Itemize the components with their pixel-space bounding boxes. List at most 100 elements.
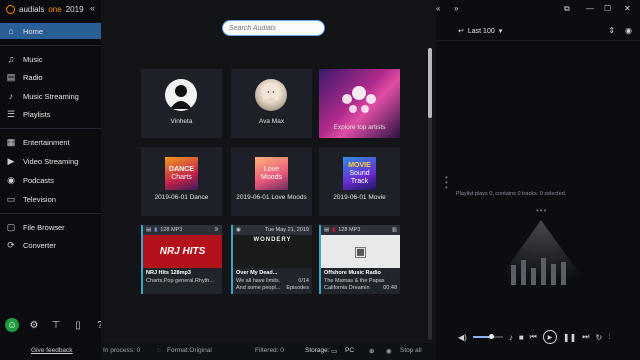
artist-card-vinheta[interactable]: Vinheta [141, 69, 222, 138]
radio-icon: ▤ [324, 227, 330, 233]
brand: audials one 2019 [6, 5, 84, 14]
playlist-card-movie[interactable]: MOVIE Sound Track 2019-06-01 Movie [319, 147, 400, 216]
sort-icon[interactable]: ⇕ [608, 26, 615, 35]
card-label: Explore top artists [333, 124, 386, 131]
format-selector[interactable]: Format:Original [167, 347, 212, 354]
previous-icon[interactable]: ⏮ [530, 332, 537, 342]
app-window: audials one 2019 « ⌂ Home ♫ Music ▤ Radi… [0, 0, 640, 360]
sidebar-item-television[interactable]: ▭ Television [0, 191, 101, 207]
art-text: WONDERY [253, 237, 292, 243]
artist-card-ava-max[interactable]: Ava Max [231, 69, 312, 138]
volume-knob[interactable] [488, 334, 494, 339]
person-icon [170, 85, 192, 109]
right-panel: « » ⧉ — ☐ ✕ ↩ Last 100 ▾ ⇕ ◉ • • • Playlis… [436, 0, 640, 360]
sidebar-item-podcasts[interactable]: ◉ Podcasts [0, 172, 101, 188]
sidebar-item-playlists[interactable]: ☰ Playlists [0, 106, 101, 122]
maximize-icon[interactable]: ☐ [604, 4, 611, 13]
vertical-scrollbar[interactable] [428, 48, 432, 340]
user-account-icon[interactable]: ☺ [5, 318, 19, 332]
now-playing-artist: The Mamas & the Papas [324, 278, 385, 284]
card-label: 2019-06-01 Movie [333, 194, 386, 201]
storage-value[interactable]: PC [345, 347, 354, 354]
brand-year: 2019 [65, 5, 84, 14]
music-note-icon: ♪ [508, 332, 513, 342]
music-icon: ♫ [7, 54, 15, 64]
file-browser-icon: ▢ [6, 221, 16, 232]
brand-name: audials [19, 5, 45, 14]
minimize-icon[interactable]: — [586, 4, 594, 13]
stop-all-icon[interactable]: ◉ [386, 347, 392, 355]
card-label: Ava Max [258, 118, 285, 125]
sidebar: audials one 2019 « ⌂ Home ♫ Music ▤ Radi… [0, 0, 103, 360]
storage-label: Storage: [305, 347, 330, 354]
audials-logo-icon [6, 5, 15, 14]
sidebar-item-label: Entertainment [23, 137, 70, 147]
bitrate: 128 MP3 [160, 227, 183, 233]
cover-text: DANCE [169, 165, 194, 173]
next-icon[interactable]: ⏭ [582, 332, 589, 342]
sidebar-item-home[interactable]: ⌂ Home [0, 23, 101, 39]
loading-dots: ••• [536, 206, 548, 215]
music-streaming-icon: ♪ [8, 91, 14, 101]
card-label: 2019-06-01 Love Moods [236, 194, 307, 201]
playlist-card-love-moods[interactable]: Love Moods 2019-06-01 Love Moods [231, 147, 312, 216]
radio-card-offshore[interactable]: ▤ ▮ 128 MP3 ▥ ▣ Offshore Music Radio The… [319, 225, 400, 294]
playlist-card-dance[interactable]: DANCE Charts 2019-06-01 Dance [141, 147, 222, 216]
radio-placeholder-icon: ▣ [353, 243, 368, 259]
sidebar-item-converter[interactable]: ⟳ Converter [0, 237, 101, 253]
sidebar-item-radio[interactable]: ▤ Radio [0, 69, 101, 85]
scrollbar-thumb[interactable] [428, 48, 432, 118]
sidebar-item-entertainment[interactable]: ▦ Entertainment [0, 134, 101, 150]
drag-handle-icon[interactable]: • • • [445, 174, 448, 192]
play-button[interactable]: ▶ [542, 330, 557, 344]
collapse-sidebar-icon[interactable]: « [90, 3, 95, 13]
eye-icon[interactable]: ◉ [625, 26, 632, 35]
volume-slider[interactable] [472, 334, 503, 339]
search-input[interactable] [222, 20, 325, 36]
stop-all-button[interactable]: Stop all [400, 347, 422, 354]
devices-icon[interactable]: ▯ [71, 318, 85, 332]
card-label: Vinheta [170, 118, 193, 125]
signal-icon: ▥ [391, 227, 397, 233]
radio-icon: ▤ [6, 71, 16, 82]
stop-icon[interactable]: ■ [519, 333, 524, 342]
sidebar-item-file-browser[interactable]: ▢ File Browser [0, 219, 101, 235]
artist-avatar [255, 79, 287, 111]
repeat-icon[interactable]: ↻ [595, 333, 602, 342]
equalizer-visual-image [491, 220, 591, 290]
sidebar-item-music[interactable]: ♫ Music [0, 51, 101, 67]
podcast-icon: ◉ [236, 227, 241, 233]
card-header: ◉ Tue May 21, 2019 [233, 225, 312, 235]
sidebar-item-video-streaming[interactable]: ▶ Video Streaming [0, 153, 101, 169]
flag-icon: ▮ [154, 227, 158, 233]
divider [0, 128, 101, 129]
radio-card-nrj[interactable]: ▤ ▮ 128 MP3 ⚞ NRJ HITS NRJ Hits 128mp3 C… [141, 225, 222, 294]
sidebar-item-label: Playlists [23, 109, 51, 119]
expand-right-icon[interactable]: » [454, 4, 458, 13]
podcast-card-over-my-dead[interactable]: ◉ Tue May 21, 2019 WONDERY Over My Dead.… [231, 225, 312, 294]
sidebar-item-music-streaming[interactable]: ♪ Music Streaming [0, 88, 101, 104]
settings-gear-icon[interactable]: ⚙ [27, 318, 41, 332]
episodes-label: Episodes [286, 285, 309, 291]
collapse-left-icon[interactable]: « [436, 4, 440, 13]
close-icon[interactable]: ✕ [624, 4, 631, 13]
artist-avatar [165, 79, 197, 111]
love-moods-cover: Love Moods [255, 157, 288, 190]
layout-icon[interactable]: ⧉ [564, 4, 570, 14]
brand-one: one [48, 5, 62, 14]
in-process-count: In process: 0 [103, 347, 141, 354]
sidebar-item-label: Video Streaming [23, 156, 79, 166]
tools-icon[interactable]: ⊤ [49, 318, 63, 332]
cover-text: Charts [171, 173, 192, 181]
add-storage-icon[interactable]: ⊕ [369, 347, 374, 355]
give-feedback-link[interactable]: Give feedback [31, 347, 73, 354]
podcasts-icon: ◉ [7, 174, 15, 185]
volume-icon[interactable]: ◀) [458, 333, 467, 342]
converter-icon: ⟳ [7, 239, 15, 250]
equalizer-icon[interactable]: ⫶ [608, 332, 610, 342]
cover-text: Track [350, 177, 369, 185]
pause-icon[interactable]: ❚❚ [563, 333, 576, 342]
last-100-dropdown[interactable]: ↩ Last 100 ▾ [458, 27, 502, 36]
station-title: NRJ Hits 128mp3 [146, 270, 191, 276]
explore-top-artists-card[interactable]: Explore top artists [319, 69, 400, 138]
